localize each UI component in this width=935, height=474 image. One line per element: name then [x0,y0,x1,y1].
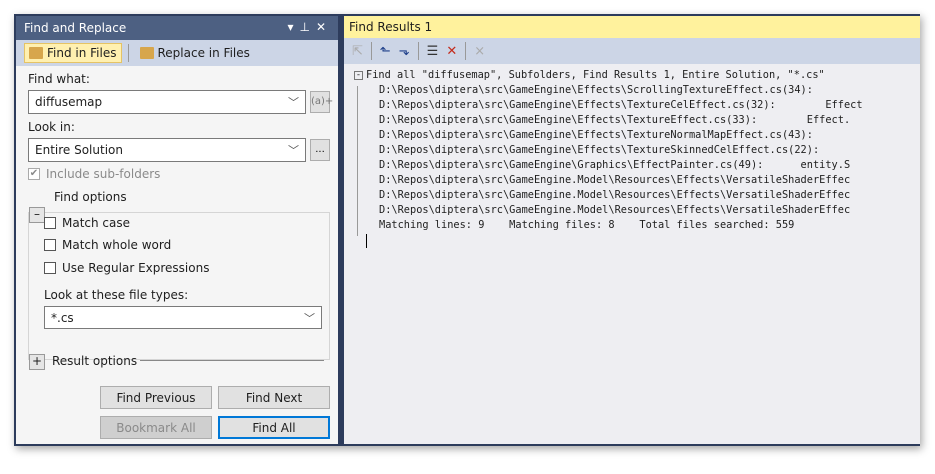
find-all-button[interactable]: Find All [218,416,330,439]
results-toolbar: ⇱ ⬑ ⬎ ☰ ✕ × [344,38,920,64]
result-line[interactable]: D:\Repos\diptera\src\GameEngine.Model\Re… [352,203,920,218]
close-icon[interactable]: ✕ [316,20,332,34]
find-replace-panel: Find and Replace ▾⊥✕ Find in Files Repla… [16,16,338,444]
results-summary: Matching lines: 9 Matching files: 8 Tota… [379,219,795,231]
panel-title-bar: Find and Replace ▾⊥✕ [16,16,338,40]
checkbox-label: Include sub-folders [46,167,161,181]
divider [370,42,372,60]
result-options-label: Result options [52,354,138,368]
tab-find-in-files[interactable]: Find in Files [24,43,122,63]
bookmark-all-button[interactable]: Bookmark All [100,416,212,439]
go-to-location-icon[interactable]: ⇱ [352,44,363,59]
file-types-value: *.cs [51,311,74,325]
divider [417,42,419,60]
results-title: Find Results 1 [349,20,433,34]
stop-icon: × [474,43,486,59]
divider [140,360,324,361]
look-in-select[interactable]: Entire Solution ﹀ [28,138,306,162]
result-line[interactable]: D:\Repos\diptera\src\GameEngine\Effects\… [352,128,920,143]
ide-window: Find and Replace ▾⊥✕ Find in Files Repla… [14,14,920,446]
use-regex-checkbox[interactable]: Use Regular Expressions [44,261,209,275]
result-line[interactable]: D:\Repos\diptera\src\GameEngine.Model\Re… [352,173,920,188]
find-options-label: Find options [50,190,131,204]
next-result-icon[interactable]: ⬎ [399,44,410,59]
tab-replace-in-files[interactable]: Replace in Files [135,43,255,63]
match-whole-word-checkbox[interactable]: Match whole word [44,238,171,252]
clear-all-icon[interactable]: ☰ [427,44,439,59]
result-line[interactable]: D:\Repos\diptera\src\GameEngine.Model\Re… [352,188,920,203]
include-subfolders-checkbox[interactable]: ✔ Include sub-folders [28,167,160,181]
find-next-button[interactable]: Find Next [218,386,330,409]
checkbox-label: Match whole word [62,238,172,252]
result-line[interactable]: D:\Repos\diptera\src\GameEngine\Graphics… [352,158,920,173]
results-list[interactable]: - Find all "diffusemap", Subfolders, Find… [344,64,920,233]
header-text: Find all "diffusemap", Subfolders, Find … [366,69,825,81]
previous-result-icon[interactable]: ⬑ [380,44,391,59]
browse-button[interactable]: ... [310,139,330,161]
divider [465,42,467,60]
cancel-search-icon[interactable]: ✕ [446,44,457,59]
panel-title: Find and Replace [24,21,127,35]
mode-tabs: Find in Files Replace in Files [16,40,338,66]
result-line[interactable]: D:\Repos\diptera\src\GameEngine\Effects\… [352,113,920,128]
results-header[interactable]: - Find all "diffusemap", Subfolders, Find… [352,68,920,83]
find-previous-button[interactable]: Find Previous [100,386,212,409]
file-types-label: Look at these file types: [44,288,189,302]
divider [127,44,129,62]
tab-label: Find in Files [47,46,117,60]
find-in-files-icon [29,47,43,59]
replace-in-files-icon [139,47,154,59]
find-results-panel: Find Results 1 ⇱ ⬑ ⬎ ☰ ✕ × - Find all "di… [344,16,920,444]
result-line[interactable]: D:\Repos\diptera\src\GameEngine\Effects\… [352,98,920,113]
tree-guide [357,86,358,236]
file-types-select[interactable]: *.cs ﹀ [44,306,322,329]
find-what-label: Find what: [28,72,90,86]
text-caret [366,234,367,248]
tab-label: Replace in Files [157,46,250,60]
result-line[interactable]: D:\Repos\diptera\src\GameEngine\Effects\… [352,143,920,158]
chevron-down-icon[interactable]: ﹀ [288,94,299,110]
look-in-value: Entire Solution [35,143,123,157]
find-what-input[interactable]: diffusemap ﹀ [28,90,306,114]
look-in-label: Look in: [28,120,75,134]
find-what-value: diffusemap [35,95,103,109]
dropdown-icon[interactable]: ▾ [287,20,299,34]
checkbox-box [44,239,56,251]
result-line[interactable]: D:\Repos\diptera\src\GameEngine\Effects\… [352,83,920,98]
results-title-bar: Find Results 1 [344,16,920,38]
find-options-group [28,212,330,360]
checkbox-label: Match case [62,216,131,230]
collapse-find-options-button[interactable]: – [29,207,45,223]
pin-icon[interactable]: ⊥ [299,20,315,34]
expand-result-options-button[interactable]: + [29,354,45,370]
checkbox-label: Use Regular Expressions [62,261,210,275]
regex-builder-button[interactable]: (a)+ [310,91,333,113]
checkmark-icon: ✔ [28,168,40,180]
collapse-icon[interactable]: - [354,71,363,80]
match-case-checkbox[interactable]: Match case [44,216,130,230]
chevron-down-icon[interactable]: ﹀ [304,310,315,326]
checkbox-box [44,262,56,274]
checkbox-box [44,217,56,229]
chevron-down-icon[interactable]: ﹀ [288,142,299,158]
